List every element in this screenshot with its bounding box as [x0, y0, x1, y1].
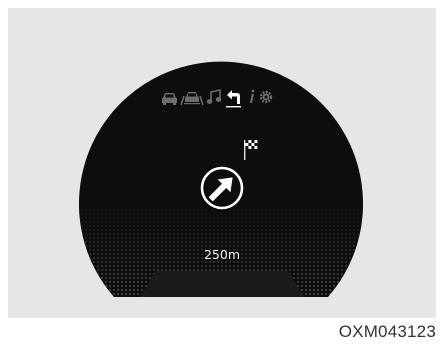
distance-readout: 250m [203, 247, 241, 262]
bottom-notch [140, 271, 304, 297]
active-tab-indicator [226, 106, 241, 108]
figure-code: OXM043123 [338, 322, 436, 341]
instrument-cluster-display [78, 61, 363, 298]
straight-ahead-arrow-icon [200, 166, 244, 210]
